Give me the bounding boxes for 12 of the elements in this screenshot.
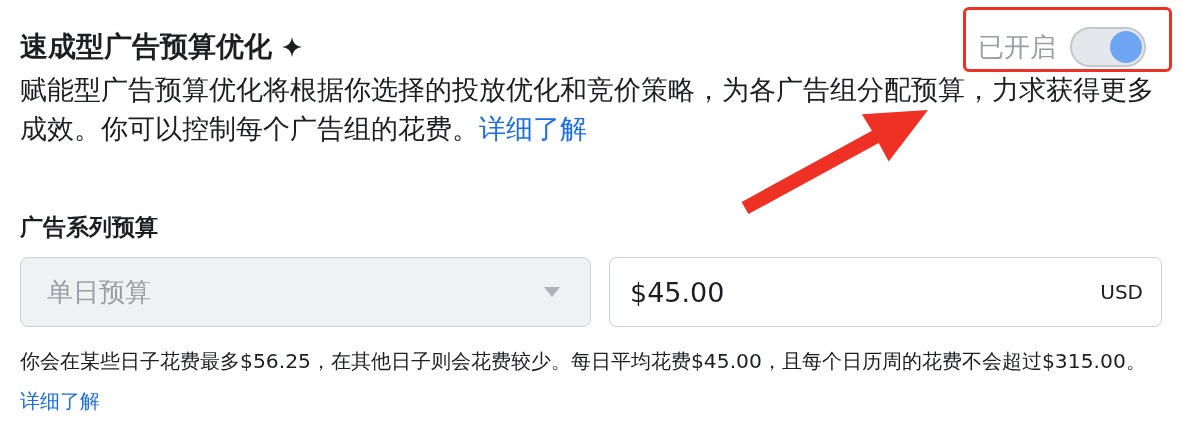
- description-text: 赋能型广告预算优化将根据你选择的投放优化和竞价策略，为各广告组分配预算，力求获得更多成效。你可以控制每个广告组的花费。详细了解: [20, 73, 1155, 146]
- learn-more-link[interactable]: 详细了解: [479, 113, 587, 144]
- caret-icon: [544, 287, 560, 297]
- learn-more-link[interactable]: 详细了解: [20, 389, 100, 413]
- currency-label: USD: [1100, 280, 1143, 304]
- amount-field[interactable]: $45.00 USD: [609, 257, 1162, 327]
- toggle-label: 已开启: [978, 30, 1056, 64]
- sparkle-icon: [282, 37, 302, 57]
- budget-label: 广告系列预算: [20, 213, 159, 242]
- section-title: 速成型广告预算优化: [20, 29, 272, 65]
- budget-note-text: 你会在某些日子花费最多$56.25，在其他日子则会花费较少。每日平均花费$45.00，且每个日历周的花费不会超过$315.00。 详细了解: [20, 348, 1147, 415]
- toggle-switch[interactable]: [1070, 27, 1146, 67]
